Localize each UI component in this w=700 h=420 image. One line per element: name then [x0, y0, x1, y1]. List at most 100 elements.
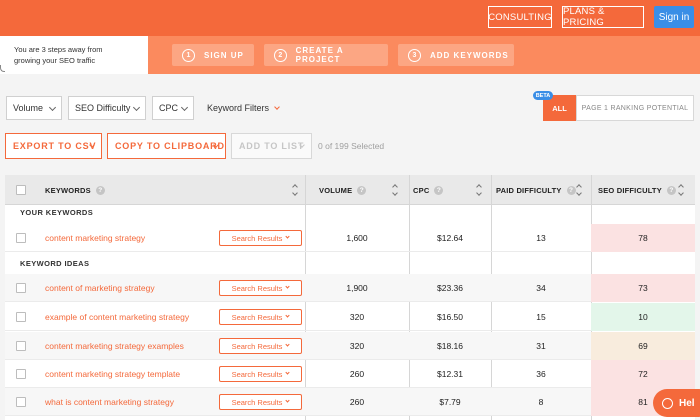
- sort-seo-difficulty-icon[interactable]: [677, 183, 685, 197]
- copy-clipboard-label: COPY TO CLIPBOARD: [115, 141, 225, 151]
- row-checkbox[interactable]: [16, 312, 26, 322]
- seo-difficulty-value: 69: [591, 332, 695, 360]
- steps-intro-line1: You are 3 steps away from: [14, 45, 103, 54]
- search-results-button[interactable]: Search Results: [219, 280, 302, 296]
- search-results-label: Search Results: [231, 369, 283, 379]
- volume-value: 1,900: [346, 283, 368, 293]
- help-chat-label: Hel: [679, 397, 695, 409]
- add-to-list-label: ADD TO LIST: [239, 141, 305, 151]
- sign-in-button[interactable]: Sign in: [654, 6, 694, 28]
- table-row: example of content marketing strategy Se…: [5, 303, 695, 331]
- paid-difficulty-value: 8: [538, 397, 544, 407]
- copy-clipboard-button[interactable]: COPY TO CLIPBOARD: [107, 133, 226, 159]
- row-checkbox[interactable]: [16, 233, 26, 243]
- seo-difficulty-filter-label: SEO Difficulty: [75, 103, 131, 113]
- search-results-button[interactable]: Search Results: [219, 366, 302, 382]
- row-checkbox[interactable]: [16, 369, 26, 379]
- table-row: content marketing strategy Search Result…: [5, 224, 695, 252]
- keyword-link[interactable]: example of content marketing strategy: [45, 303, 189, 331]
- cpc-value: $23.36: [437, 283, 463, 293]
- search-results-button[interactable]: Search Results: [219, 394, 302, 410]
- step-label: SIGN UP: [204, 50, 244, 60]
- seo-difficulty-value: 78: [591, 224, 695, 252]
- column-volume-label: VOLUME: [319, 185, 353, 195]
- chevron-down-icon: [285, 234, 291, 239]
- search-results-label: Search Results: [231, 233, 283, 243]
- chevron-down-icon: [285, 398, 291, 403]
- volume-value: 260: [349, 369, 365, 379]
- keyword-link[interactable]: what is content marketing strategy: [45, 388, 174, 416]
- row-checkbox[interactable]: [16, 397, 26, 407]
- step-sign-up[interactable]: 1 SIGN UP: [172, 44, 254, 66]
- chevron-down-icon: [274, 103, 280, 110]
- page1-ranking-potential-tab[interactable]: PAGE 1 RANKING POTENTIAL: [576, 95, 694, 121]
- onboarding-steps-banner: You are 3 steps away from growing your S…: [0, 36, 700, 74]
- paid-difficulty-value: 13: [536, 233, 546, 243]
- paid-difficulty-value: 34: [536, 283, 546, 293]
- column-seo-difficulty: SEO DIFFICULTY ?: [598, 175, 676, 205]
- keyword-link[interactable]: content marketing strategy template: [45, 360, 180, 388]
- cpc-value: $12.64: [437, 233, 463, 243]
- volume-filter-select[interactable]: Volume: [6, 96, 62, 120]
- search-results-button[interactable]: Search Results: [219, 309, 302, 325]
- step-add-keywords[interactable]: 3 ADD KEYWORDS: [398, 44, 514, 66]
- sort-cpc-icon[interactable]: [475, 183, 483, 197]
- keyword-link[interactable]: content marketing strategy: [45, 224, 145, 252]
- add-to-list-button[interactable]: ADD TO LIST: [231, 133, 312, 159]
- table-row: what is content marketing strategy Searc…: [5, 388, 695, 416]
- sort-volume-icon[interactable]: [391, 183, 399, 197]
- table-row: content marketing strategy examples Sear…: [5, 332, 695, 360]
- cpc-filter-select[interactable]: CPC: [152, 96, 194, 120]
- column-paid-difficulty-label: PAID DIFFICULTY: [496, 185, 562, 195]
- column-volume: VOLUME ?: [319, 175, 367, 205]
- chevron-down-icon: [180, 103, 189, 112]
- row-checkbox[interactable]: [16, 283, 26, 293]
- steps-intro-line2: growing your SEO traffic: [14, 56, 96, 65]
- search-results-button[interactable]: Search Results: [219, 230, 302, 246]
- chevron-down-icon: [285, 313, 291, 318]
- search-results-label: Search Results: [231, 341, 283, 351]
- cpc-filter-label: CPC: [159, 103, 179, 113]
- step-create-project[interactable]: 2 CREATE A PROJECT: [264, 44, 388, 66]
- plans-pricing-button[interactable]: PLANS & PRICING: [562, 6, 644, 28]
- sort-keywords-icon[interactable]: [291, 183, 299, 197]
- help-chat-button[interactable]: Hel: [653, 389, 700, 417]
- cpc-value: $18.16: [437, 341, 463, 351]
- column-cpc-label: CPC: [413, 185, 430, 195]
- export-csv-button[interactable]: EXPORT TO CSV: [5, 133, 102, 159]
- consulting-button[interactable]: CONSULTING: [488, 6, 552, 28]
- info-icon[interactable]: ?: [95, 185, 105, 195]
- seo-difficulty-value: 72: [591, 360, 695, 388]
- info-icon[interactable]: ?: [434, 185, 444, 195]
- step-label: CREATE A PROJECT: [295, 46, 344, 64]
- select-all-checkbox[interactable]: [16, 185, 26, 195]
- chevron-down-icon: [285, 370, 291, 375]
- column-seo-difficulty-label: SEO DIFFICULTY: [598, 185, 662, 195]
- step-number: 2: [274, 48, 287, 62]
- keyword-filters-toggle[interactable]: Keyword Filters: [207, 96, 280, 120]
- info-icon[interactable]: ?: [666, 185, 676, 195]
- column-keywords: KEYWORDS ?: [45, 175, 105, 205]
- search-results-button[interactable]: Search Results: [219, 338, 302, 354]
- seo-difficulty-value: 10: [591, 303, 695, 331]
- cpc-value: $7.79: [439, 397, 461, 407]
- paid-difficulty-value: 15: [536, 312, 546, 322]
- search-results-label: Search Results: [231, 312, 283, 322]
- keyword-link[interactable]: content marketing strategy examples: [45, 332, 184, 360]
- sort-paid-difficulty-icon[interactable]: [575, 183, 583, 197]
- step-label: ADD KEYWORDS: [430, 50, 509, 60]
- seo-difficulty-filter-select[interactable]: SEO Difficulty: [68, 96, 146, 120]
- step-number: 1: [182, 48, 195, 62]
- keyword-ideas-heading: KEYWORD IDEAS: [20, 259, 90, 268]
- info-icon[interactable]: ?: [357, 185, 367, 195]
- row-checkbox[interactable]: [16, 341, 26, 351]
- chevron-down-icon: [285, 284, 291, 289]
- volume-value: 260: [349, 397, 365, 407]
- seo-difficulty-value: 73: [591, 274, 695, 302]
- selected-count: 0 of 199 Selected: [318, 141, 385, 151]
- keyword-link[interactable]: content of marketing strategy: [45, 274, 155, 302]
- chevron-down-icon: [48, 103, 57, 112]
- volume-value: 320: [349, 341, 365, 351]
- your-keywords-heading: YOUR KEYWORDS: [20, 208, 94, 217]
- export-csv-label: EXPORT TO CSV: [13, 141, 97, 151]
